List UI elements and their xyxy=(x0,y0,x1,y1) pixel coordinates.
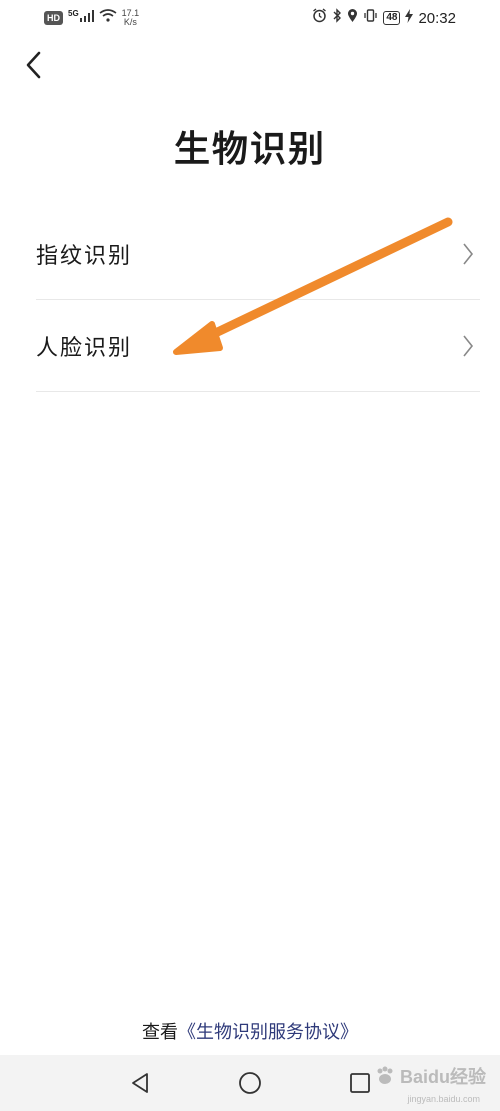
status-time: 20:32 xyxy=(418,9,456,27)
alarm-icon xyxy=(312,8,327,28)
battery-level: 48 xyxy=(383,11,401,25)
fingerprint-recognition-item[interactable]: 指纹识别 xyxy=(36,208,480,300)
status-right: 48 20:32 xyxy=(312,8,456,28)
network-speed: 17.1 K/s xyxy=(122,9,140,27)
page-title: 生物识别 xyxy=(173,128,326,170)
hd-badge: HD xyxy=(44,11,63,25)
wifi-icon xyxy=(99,9,117,27)
agreement-prefix: 查看 xyxy=(142,1022,178,1043)
menu-item-label: 人脸识别 xyxy=(36,335,133,361)
chevron-right-icon xyxy=(463,243,474,264)
paw-icon xyxy=(377,1066,393,1084)
chevron-left-icon xyxy=(26,51,41,79)
agreement-row: 查看《生物识别服务协议》 xyxy=(0,1018,500,1044)
signal-icon xyxy=(79,9,94,27)
location-icon xyxy=(347,8,358,28)
nav-home-button[interactable] xyxy=(230,1063,270,1103)
network-type-label: 5G xyxy=(68,8,79,18)
menu-item-label: 指纹识别 xyxy=(36,243,133,269)
nav-back-button[interactable] xyxy=(120,1063,160,1103)
bluetooth-icon xyxy=(332,8,342,28)
vibrate-icon xyxy=(363,8,378,28)
chevron-right-icon xyxy=(463,335,474,356)
status-left: HD 5G 17.1 K/s xyxy=(44,8,139,28)
baidu-watermark: Baidu经验 xyxy=(374,1056,486,1096)
network-speed-unit: K/s xyxy=(123,17,137,27)
back-button[interactable] xyxy=(18,50,48,80)
biometric-options-list: 指纹识别 人脸识别 xyxy=(36,208,480,392)
watermark-domain: jingyan.baidu.com xyxy=(407,1094,480,1104)
agreement-link[interactable]: 《生物识别服务协议》 xyxy=(178,1022,358,1043)
triangle-back-icon xyxy=(132,1073,148,1093)
square-recents-icon xyxy=(350,1073,370,1093)
charging-icon xyxy=(405,8,414,28)
watermark-brand: Baidu经验 xyxy=(399,1067,486,1087)
circle-home-icon xyxy=(239,1072,261,1094)
face-recognition-item[interactable]: 人脸识别 xyxy=(36,300,480,392)
status-bar: HD 5G 17.1 K/s 48 20:32 xyxy=(0,0,500,36)
